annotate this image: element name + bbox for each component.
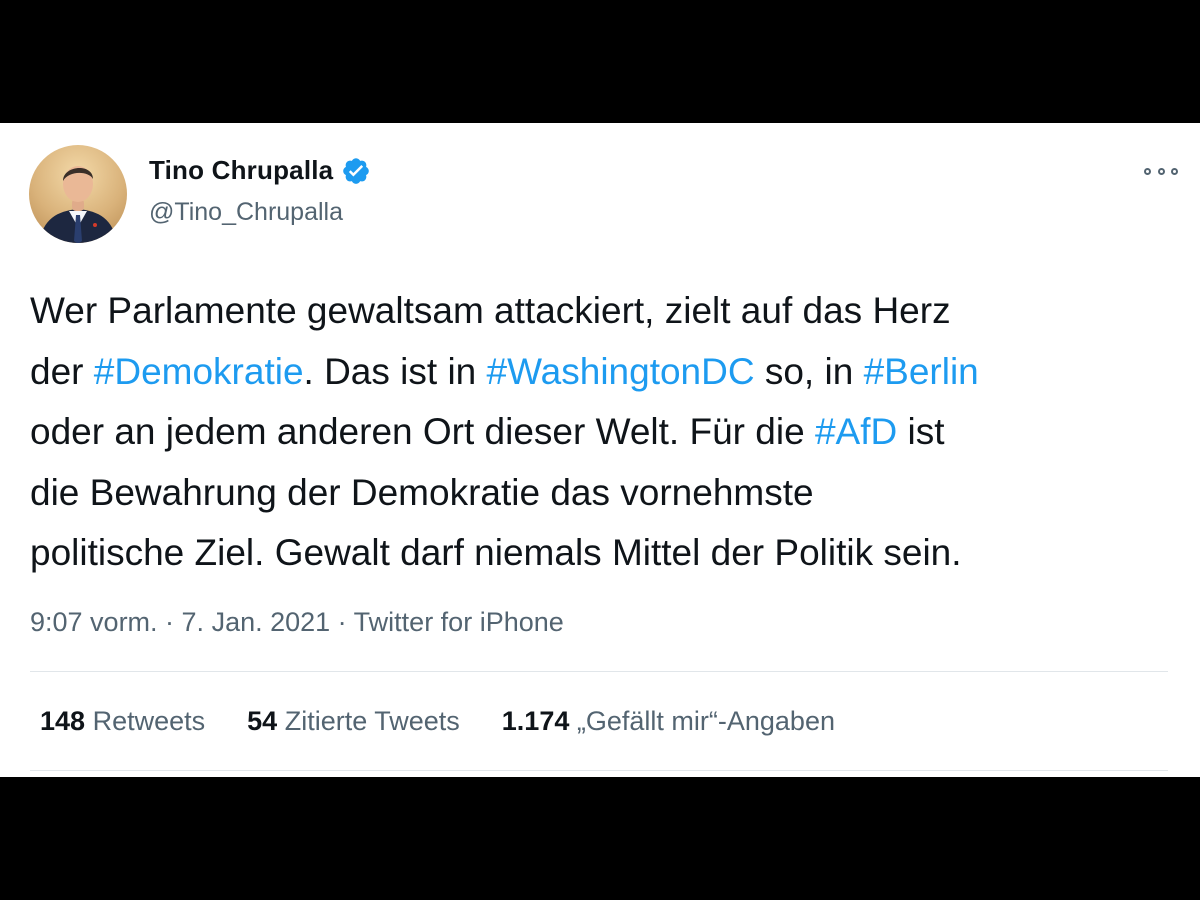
tweet-text-segment: oder an jedem anderen Ort dieser Welt. F… <box>30 411 815 452</box>
tweet-text-line: Wer Parlamente gewaltsam attackiert, zie… <box>30 281 1180 342</box>
divider <box>30 671 1168 672</box>
tweet-text-segment: politische Ziel. Gewalt darf niemals Mit… <box>30 532 962 573</box>
retweets-label: Retweets <box>92 706 206 736</box>
author-name-row: Tino Chrupalla <box>149 155 371 186</box>
likes-count: 1.174 <box>501 706 570 736</box>
tweet-text-segment: so, in <box>754 350 864 392</box>
tweet-text-line: die Bewahrung der Demokratie das vornehm… <box>30 463 1180 524</box>
tweet-card: Tino Chrupalla @Tino_Chrupalla Wer Parla… <box>0 123 1200 777</box>
hashtag-link[interactable]: #Berlin <box>864 351 979 392</box>
tweet-text-segment: der <box>30 350 94 392</box>
tweet-text-line: der #Demokratie. Das ist in #WashingtonD… <box>30 342 1180 403</box>
engagement-stats: 148 Retweets 54 Zitierte Tweets 1.174 „G… <box>40 706 877 737</box>
quote-tweets-stat[interactable]: 54 Zitierte Tweets <box>247 706 460 737</box>
more-options-icon[interactable] <box>1144 161 1178 181</box>
likes-label: „Gefällt mir“-Angaben <box>576 706 835 736</box>
tweet-text-segment: . Das ist in <box>303 350 487 392</box>
hashtag-link[interactable]: #WashingtonDC <box>487 351 755 392</box>
author-handle[interactable]: @Tino_Chrupalla <box>149 198 343 227</box>
tweet-meta[interactable]: 9:07 vorm. · 7. Jan. 2021 · Twitter for … <box>30 607 564 638</box>
tweet-text-segment: die Bewahrung der Demokratie das vornehm… <box>30 471 814 513</box>
likes-stat[interactable]: 1.174 „Gefällt mir“-Angaben <box>502 706 835 737</box>
verified-badge-icon <box>341 156 371 186</box>
tweet-text-segment: Wer Parlamente gewaltsam attackiert, zie… <box>30 290 951 331</box>
avatar-image <box>39 166 117 243</box>
tweet-text-line: politische Ziel. Gewalt darf niemals Mit… <box>30 523 1180 584</box>
quotes-label: Zitierte Tweets <box>284 706 460 736</box>
hashtag-link[interactable]: #Demokratie <box>94 351 304 392</box>
retweets-count: 148 <box>40 706 86 736</box>
divider <box>30 770 1168 771</box>
author-name[interactable]: Tino Chrupalla <box>149 155 333 186</box>
tweet-text-line: oder an jedem anderen Ort dieser Welt. F… <box>30 402 1180 463</box>
retweets-stat[interactable]: 148 Retweets <box>40 706 205 737</box>
tweet-text: Wer Parlamente gewaltsam attackiert, zie… <box>30 281 1180 584</box>
quotes-count: 54 <box>247 706 278 736</box>
hashtag-link[interactable]: #AfD <box>815 411 897 452</box>
tweet-text-segment: ist <box>897 411 945 452</box>
avatar[interactable] <box>29 145 127 243</box>
